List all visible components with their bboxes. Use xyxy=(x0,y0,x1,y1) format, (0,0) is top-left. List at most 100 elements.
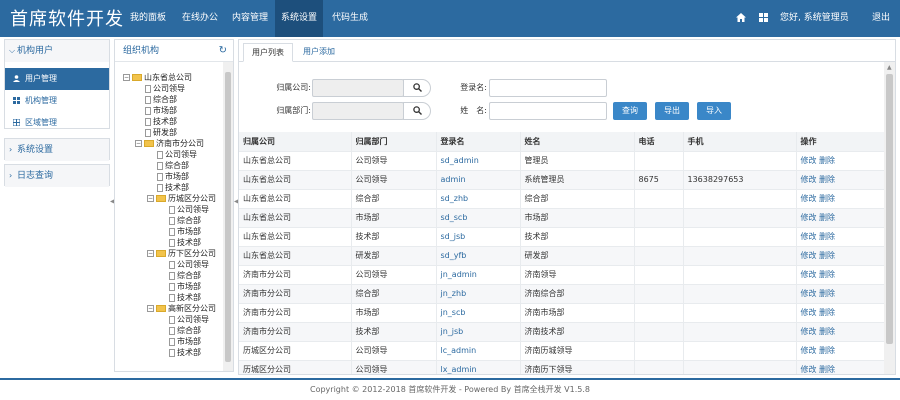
tree-node[interactable]: 公司领导 xyxy=(145,83,185,94)
refresh-icon[interactable]: ↻ xyxy=(219,40,227,62)
query-button[interactable]: 查询 xyxy=(613,102,647,120)
tree-node[interactable]: − 山东省总公司 xyxy=(123,72,192,83)
table-row[interactable]: 山东省总公司 公司领导 admin 系统管理员 8675 13638297653 修改 删除 xyxy=(239,170,885,190)
export-button[interactable]: 导出 xyxy=(655,102,689,120)
delete-link[interactable]: 删除 xyxy=(819,251,835,260)
home-icon[interactable] xyxy=(736,0,746,37)
edit-link[interactable]: 修改 xyxy=(801,270,817,279)
nav-code-generation[interactable]: 代码生成 xyxy=(332,0,368,37)
tab-user-add[interactable]: 用户添加 xyxy=(295,43,343,62)
table-cell[interactable]: lx_admin xyxy=(436,360,521,374)
tree-node[interactable]: − 历城区分公司 xyxy=(147,193,216,204)
column-header[interactable]: 登录名 xyxy=(436,132,521,152)
table-row[interactable]: 济南市分公司 综合部 jn_zhb 济南综合部 修改 删除 xyxy=(239,284,885,304)
collapse-icon[interactable]: − xyxy=(147,250,154,257)
table-row[interactable]: 山东省总公司 技术部 sd_jsb 技术部 修改 删除 xyxy=(239,227,885,247)
delete-link[interactable]: 删除 xyxy=(819,232,835,241)
table-row[interactable]: 济南市分公司 公司领导 jn_admin 济南领导 修改 删除 xyxy=(239,265,885,285)
tree-node[interactable]: 市场部 xyxy=(169,336,201,347)
tree-node[interactable]: − 济南市分公司 xyxy=(135,138,204,149)
table-cell[interactable]: jn_admin xyxy=(436,265,521,285)
sidebar-item-area-management[interactable]: 区域管理 xyxy=(5,112,109,134)
nav-content-management[interactable]: 内容管理 xyxy=(232,0,268,37)
tree-scrollbar[interactable] xyxy=(223,62,233,371)
table-cell[interactable]: admin xyxy=(436,170,521,190)
edit-link[interactable]: 修改 xyxy=(801,365,817,374)
tree-node[interactable]: 综合部 xyxy=(169,215,201,226)
tree-node[interactable]: 公司领导 xyxy=(169,314,209,325)
table-cell[interactable]: jn_jsb xyxy=(436,322,521,342)
tree-node[interactable]: 综合部 xyxy=(145,94,177,105)
table-row[interactable]: 历城区分公司 公司领导 lx_admin 济南历下领导 修改 删除 xyxy=(239,360,885,374)
import-button[interactable]: 导入 xyxy=(697,102,731,120)
tree-node[interactable]: 公司领导 xyxy=(169,259,209,270)
collapse-icon[interactable]: − xyxy=(147,195,154,202)
table-cell[interactable]: sd_zhb xyxy=(436,189,521,209)
collapse-icon[interactable]: − xyxy=(123,74,130,81)
nav-online-office[interactable]: 在线办公 xyxy=(182,0,218,37)
logout-link[interactable]: 退出 xyxy=(872,0,890,37)
edit-link[interactable]: 修改 xyxy=(801,327,817,336)
edit-link[interactable]: 修改 xyxy=(801,232,817,241)
tree-node[interactable]: 技术部 xyxy=(169,347,201,358)
tree-node[interactable]: 技术部 xyxy=(157,182,189,193)
tab-user-list[interactable]: 用户列表 xyxy=(243,43,293,62)
table-row[interactable]: 山东省总公司 公司领导 sd_admin 管理员 修改 删除 xyxy=(239,151,885,171)
tree-node[interactable]: − 历下区分公司 xyxy=(147,248,216,259)
tree-node[interactable]: 市场部 xyxy=(169,281,201,292)
edit-link[interactable]: 修改 xyxy=(801,308,817,317)
table-cell[interactable]: jn_scb xyxy=(436,303,521,323)
tree-node[interactable]: 技术部 xyxy=(169,292,201,303)
sidebar-item-user-management[interactable]: 用户管理 xyxy=(5,68,109,90)
company-input[interactable] xyxy=(312,79,404,97)
table-cell[interactable]: sd_scb xyxy=(436,208,521,228)
tree-node[interactable]: 市场部 xyxy=(169,226,201,237)
column-header[interactable]: 归属部门 xyxy=(351,132,437,152)
tree-node[interactable]: 市场部 xyxy=(157,171,189,182)
edit-link[interactable]: 修改 xyxy=(801,175,817,184)
column-header[interactable]: 手机 xyxy=(683,132,797,152)
table-cell[interactable]: lc_admin xyxy=(436,341,521,361)
collapse-icon[interactable]: − xyxy=(135,140,142,147)
edit-link[interactable]: 修改 xyxy=(801,194,817,203)
table-cell[interactable]: sd_yfb xyxy=(436,246,521,266)
edit-link[interactable]: 修改 xyxy=(801,213,817,222)
delete-link[interactable]: 删除 xyxy=(819,270,835,279)
edit-link[interactable]: 修改 xyxy=(801,156,817,165)
delete-link[interactable]: 删除 xyxy=(819,156,835,165)
tree-node[interactable]: 公司领导 xyxy=(157,149,197,160)
edit-link[interactable]: 修改 xyxy=(801,251,817,260)
column-header[interactable]: 归属公司 xyxy=(239,132,352,152)
sidebar-group-header[interactable]: ⌵ 机构用户 xyxy=(5,40,109,62)
column-header[interactable]: 电话 xyxy=(634,132,684,152)
scrollbar-thumb[interactable] xyxy=(886,74,893,344)
nav-system-settings[interactable]: 系统设置 xyxy=(275,0,324,37)
scrollbar-thumb[interactable] xyxy=(225,72,231,362)
dept-search-button[interactable] xyxy=(403,102,431,120)
table-cell[interactable]: sd_admin xyxy=(436,151,521,171)
tree-node[interactable]: 公司领导 xyxy=(169,204,209,215)
delete-link[interactable]: 删除 xyxy=(819,175,835,184)
delete-link[interactable]: 删除 xyxy=(819,213,835,222)
main-scrollbar[interactable]: ▲ xyxy=(884,62,895,374)
login-name-input[interactable] xyxy=(489,79,607,97)
dept-input[interactable] xyxy=(312,102,404,120)
grid-apps-icon[interactable] xyxy=(759,0,768,37)
table-row[interactable]: 山东省总公司 综合部 sd_zhb 综合部 修改 删除 xyxy=(239,189,885,209)
sidebar-group-system-settings[interactable]: › 系统设置 xyxy=(4,138,110,161)
table-cell[interactable]: jn_zhb xyxy=(436,284,521,304)
tree-node[interactable]: 研发部 xyxy=(145,127,177,138)
column-header[interactable]: 姓名 xyxy=(520,132,635,152)
tree-node[interactable]: 市场部 xyxy=(145,105,177,116)
tree-node[interactable]: 综合部 xyxy=(169,270,201,281)
tree-node[interactable]: 综合部 xyxy=(157,160,189,171)
delete-link[interactable]: 删除 xyxy=(819,289,835,298)
tree-node[interactable]: 技术部 xyxy=(145,116,177,127)
user-greeting[interactable]: 您好, 系统管理员 xyxy=(780,0,849,37)
sidebar-item-org-management[interactable]: 机构管理 xyxy=(5,90,109,112)
nav-my-panel[interactable]: 我的面板 xyxy=(130,0,166,37)
delete-link[interactable]: 删除 xyxy=(819,308,835,317)
table-row[interactable]: 历城区分公司 公司领导 lc_admin 济南历城领导 修改 删除 xyxy=(239,341,885,361)
edit-link[interactable]: 修改 xyxy=(801,346,817,355)
table-row[interactable]: 山东省总公司 研发部 sd_yfb 研发部 修改 删除 xyxy=(239,246,885,266)
